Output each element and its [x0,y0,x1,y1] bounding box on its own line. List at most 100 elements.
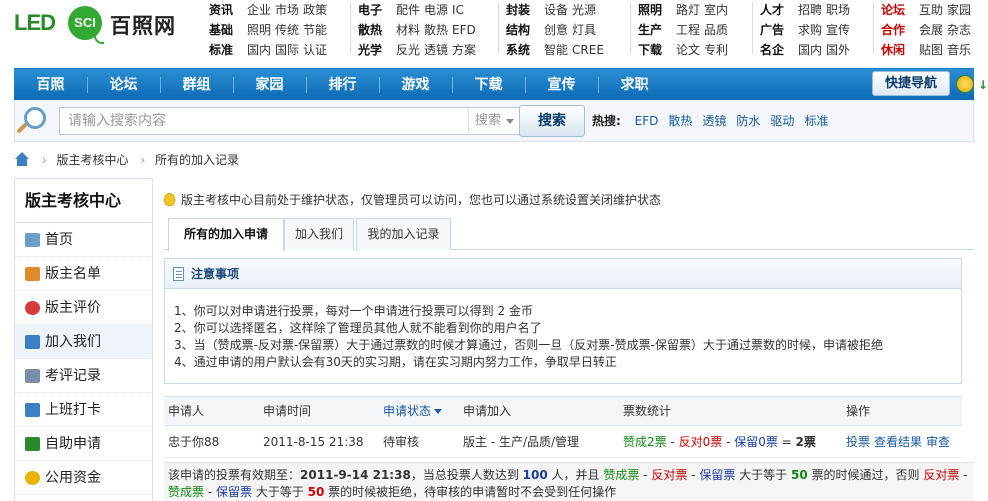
header-category-link[interactable]: 系统 [506,40,544,60]
header-category-link[interactable]: 名企 [760,40,798,60]
header-link[interactable]: 论文 [676,40,700,60]
header-link[interactable]: CREE [572,40,604,60]
header-link[interactable]: 节能 [303,20,327,40]
search-input[interactable]: 请输入搜索内容 [59,107,469,135]
header-link[interactable]: 认证 [303,40,327,60]
header-category-link[interactable]: 论坛 [881,0,919,20]
header-category-link[interactable]: 散热 [358,20,396,40]
header-link[interactable]: 品质 [704,20,728,40]
header-link[interactable]: 会展 [919,20,943,40]
header-link[interactable]: 市场 [275,0,299,20]
hot-search-link[interactable]: 防水 [736,114,760,128]
header-link[interactable]: 企业 [247,0,271,20]
sidebar-item[interactable]: 首页 [15,223,152,257]
tab-all-applications[interactable]: 所有的加入申请 [168,218,284,251]
nav-item[interactable]: 游戏 [379,69,452,101]
header-link[interactable]: 音乐 [947,40,971,60]
hot-search-link[interactable]: 驱动 [770,114,794,128]
header-link[interactable]: 材料 [396,20,420,40]
header-category-link[interactable]: 资讯 [209,0,247,20]
header-link[interactable]: 杂志 [947,20,971,40]
review-link[interactable]: 审查 [926,435,950,449]
header-link[interactable]: 智能 [544,40,568,60]
header-link[interactable]: 求购 [798,20,822,40]
header-link[interactable]: 透镜 [424,40,448,60]
nav-item[interactable]: 群组 [160,69,233,101]
header-category-link[interactable]: 生产 [638,20,676,40]
header-link[interactable]: 光源 [572,0,596,20]
site-logo[interactable]: LED SCI 百照网 [14,4,204,44]
sidebar-item[interactable]: 公用资金 [15,461,152,495]
search-button[interactable]: 搜索 [519,105,585,137]
header-link[interactable]: 设备 [544,0,568,20]
header-link[interactable]: 散热 [424,20,448,40]
arrow-down-icon[interactable]: ↓ [978,78,988,92]
header-category-link[interactable]: 光学 [358,40,396,60]
sidebar-item[interactable]: 自助申请 [15,427,152,461]
header-category-link[interactable]: 下载 [638,40,676,60]
search-type-select[interactable]: 搜索 [468,107,520,135]
hot-search-link[interactable]: 透镜 [702,114,726,128]
nav-item[interactable]: 求职 [598,69,671,101]
header-link[interactable]: 国内 [247,40,271,60]
header-link[interactable]: 电源 [424,0,448,20]
hot-search-link[interactable]: 散热 [668,114,692,128]
header-link[interactable]: 传统 [275,20,299,40]
header-category-link[interactable]: 标准 [209,40,247,60]
header-link[interactable]: 灯具 [572,20,596,40]
vote-link[interactable]: 投票 [846,435,870,449]
header-link[interactable]: 贴图 [919,40,943,60]
header-link[interactable]: 职场 [826,0,850,20]
header-link[interactable]: 方案 [452,40,476,60]
hot-search-link[interactable]: EFD [635,114,659,128]
nav-item[interactable]: 宣传 [525,69,598,101]
nav-item[interactable]: 下载 [452,69,525,101]
header-link[interactable]: 招聘 [798,0,822,20]
header-link[interactable]: 宣传 [826,20,850,40]
header-link[interactable]: 工程 [676,20,700,40]
header-link[interactable]: 国内 [798,40,822,60]
header-category-link[interactable]: 照明 [638,0,676,20]
nav-item[interactable]: 百照 [14,69,87,101]
nav-item[interactable]: 家园 [233,69,306,101]
header-category-link[interactable]: 封装 [506,0,544,20]
header-link[interactable]: 配件 [396,0,420,20]
header-category-link[interactable]: 人才 [760,0,798,20]
header-category-link[interactable]: 基础 [209,20,247,40]
header-link[interactable]: 专利 [704,40,728,60]
sidebar-item[interactable]: 版主评价 [15,291,152,325]
cell-applicant[interactable]: 忠于你88 [168,426,219,458]
header-link[interactable]: IC [452,0,464,20]
header-category-link[interactable]: 休闲 [881,40,919,60]
sidebar-item[interactable]: 上班打卡 [15,393,152,427]
header-link[interactable]: 创意 [544,20,568,40]
header-link[interactable]: 家园 [947,0,971,20]
sidebar-item[interactable]: 考评记录 [15,359,152,393]
header-link[interactable]: 国外 [826,40,850,60]
tab-join-us[interactable]: 加入我们 [284,218,354,250]
header-link[interactable]: 互助 [919,0,943,20]
header-link[interactable]: 照明 [247,20,271,40]
globe-icon[interactable] [956,75,974,93]
header-link[interactable]: 政策 [303,0,327,20]
header-category-link[interactable]: 广告 [760,20,798,40]
hot-search-link[interactable]: 标准 [804,114,828,128]
header-category-link[interactable]: 电子 [358,0,396,20]
sidebar-item[interactable]: 加入我们 [15,325,152,359]
nav-item[interactable]: 排行 [306,69,379,101]
view-results-link[interactable]: 查看结果 [874,435,922,449]
quick-nav-button[interactable]: 快捷导航 [872,71,950,96]
col-status-sort[interactable]: 申请状态 [383,397,443,425]
breadcrumb-link-center[interactable]: 版主考核中心 [56,153,128,167]
nav-item[interactable]: 论坛 [87,69,160,101]
header-category-link[interactable]: 合作 [881,20,919,40]
tab-my-records[interactable]: 我的加入记录 [356,218,451,250]
header-link[interactable]: 路灯 [676,0,700,20]
home-icon[interactable] [14,152,30,166]
header-link[interactable]: 国际 [275,40,299,60]
header-link[interactable]: 室内 [704,0,728,20]
header-category-link[interactable]: 结构 [506,20,544,40]
header-link[interactable]: EFD [452,20,476,40]
header-link[interactable]: 反光 [396,40,420,60]
sidebar-item[interactable]: 版主名单 [15,257,152,291]
